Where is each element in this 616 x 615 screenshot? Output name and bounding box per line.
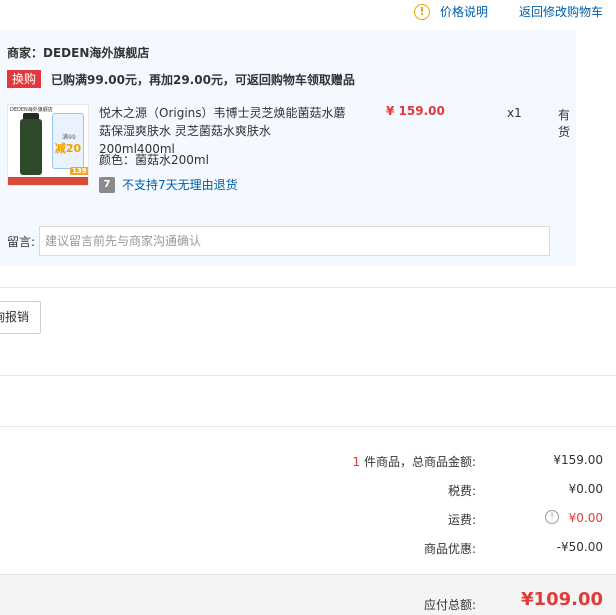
price-note-link[interactable]: ! 价格说明 (414, 3, 488, 20)
divider (0, 287, 616, 288)
price-note-text: 价格说明 (440, 5, 489, 19)
shop-order-block: 商家：DEDEN海外旗舰店 换购 已购满99.00元，再加29.00元，可返回购… (0, 30, 576, 266)
warning-icon: ! (414, 3, 430, 20)
promo-row: 换购 已购满99.00元，再加29.00元，可返回购物车领取赠品 (7, 70, 355, 88)
no-return-icon: 7 (99, 176, 115, 193)
discount-value: -¥50.00 (556, 540, 603, 554)
items-total-value: ¥159.00 (553, 453, 603, 467)
summary-shipping-row: 运费: ! ¥0.00 (0, 510, 616, 531)
promo-text: 已购满99.00元，再加29.00元，可返回购物车领取赠品 (51, 72, 355, 87)
shipping-value: ¥0.00 (568, 511, 603, 525)
shop-name: 商家：DEDEN海外旗舰店 (7, 46, 150, 60)
report-button[interactable]: 询报销 (0, 301, 41, 334)
thumbnail-price: 139 (70, 167, 88, 175)
bottle-shape (20, 119, 42, 175)
tax-label: 税费: (447, 484, 476, 498)
product-thumbnail[interactable]: DEDEN海外旗舰店 满99 减20 139 (7, 104, 89, 186)
divider (0, 375, 616, 376)
discount-label: 商品优惠: (423, 542, 476, 556)
total-bar: 应付总额: ¥109.00 (0, 574, 616, 615)
product-quantity: x1 (507, 106, 522, 120)
return-policy[interactable]: 7 不支持7天无理由退货 (99, 176, 238, 193)
stock-status: 有货 (558, 108, 571, 139)
product-title-link[interactable]: 悦木之源（Origins）韦博士灵芝焕能菌菇水蘑菇保湿爽肤水 灵芝菌菇水爽肤水 … (99, 104, 349, 158)
summary-items-row: 1 件商品，总商品金额: ¥159.00 (0, 453, 616, 473)
tax-value: ¥0.00 (568, 482, 603, 496)
remark-label: 留言: (7, 235, 36, 249)
total-value: ¥109.00 (521, 589, 603, 610)
remark-input[interactable] (39, 226, 550, 256)
summary-discount-row: 商品优惠: -¥50.00 (0, 540, 616, 560)
top-bar: ! 价格说明 返回修改购物车 (0, 0, 616, 30)
info-icon[interactable]: ! (545, 510, 559, 524)
coupon-badge: 满99 减20 (52, 113, 84, 169)
promo-tag: 换购 (7, 70, 42, 88)
divider (0, 426, 616, 427)
summary-tax-row: 税费: ¥0.00 (0, 482, 616, 502)
product-color: 颜色：菌菇水200ml (99, 153, 209, 167)
items-total-label-text: 件商品，总商品金额: (360, 455, 476, 469)
shipping-label: 运费: (447, 513, 476, 527)
item-count: 1 (352, 455, 361, 469)
product-price: ¥ 159.00 (386, 104, 445, 118)
back-to-cart-link[interactable]: 返回修改购物车 (519, 3, 603, 20)
return-policy-text: 不支持7天无理由退货 (122, 178, 238, 192)
items-total-label: 1 件商品，总商品金额: (353, 453, 477, 470)
thumbnail-strip (8, 177, 88, 185)
thumbnail-brand-text: DEDEN海外旗舰店 (10, 107, 53, 113)
coupon-discount: 减20 (54, 142, 82, 155)
total-label: 应付总额: (423, 598, 476, 612)
